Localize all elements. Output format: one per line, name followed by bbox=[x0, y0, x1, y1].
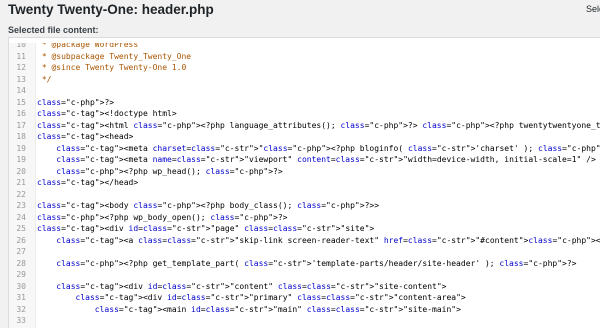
line-number: 13 bbox=[16, 74, 26, 84]
code-line[interactable]: 15 class="c-php">?> bbox=[9, 97, 114, 108]
line-code: class="c-tag"></head> bbox=[37, 178, 139, 187]
line-number: 19 bbox=[16, 155, 26, 164]
line-number: 32 bbox=[16, 304, 26, 314]
code-line[interactable]: 27 bbox=[9, 246, 26, 257]
line-number: 25 bbox=[16, 224, 26, 233]
code-line[interactable]: 19 class="c-tag"><meta charset=class="c-… bbox=[9, 143, 600, 154]
line-code: class="c-php"><?php wp_body_open(); clas… bbox=[37, 212, 288, 222]
code-line[interactable]: 14 bbox=[9, 85, 26, 96]
line-number: 20 bbox=[16, 166, 26, 176]
code-line[interactable]: 12 * @since Twenty Twenty-One 1.0 bbox=[9, 62, 186, 73]
line-code: class="c-php"><?php wp_head(); class="c-… bbox=[56, 166, 283, 176]
line-code: class="c-php"><?php get_template_part( c… bbox=[56, 258, 577, 268]
line-number: 22 bbox=[16, 189, 26, 199]
line-code: class="c-tag"><meta charset=class="c-str… bbox=[56, 143, 600, 153]
line-number: 24 bbox=[16, 212, 26, 222]
line-number: 14 bbox=[16, 86, 26, 95]
code-line[interactable]: 26 class="c-tag"><a class=class="c-str">… bbox=[9, 235, 600, 246]
code-line[interactable]: 24 class="c-php"><?php wp_body_open(); cl… bbox=[9, 212, 287, 223]
line-number: 27 bbox=[16, 247, 26, 256]
line-code: * @subpackage Twenty_Twenty_One bbox=[37, 51, 192, 61]
line-number: 15 bbox=[16, 97, 26, 107]
line-code: */ bbox=[37, 74, 52, 84]
code-line[interactable]: 13 */ bbox=[9, 74, 51, 85]
line-number: 31 bbox=[16, 293, 26, 302]
code-line[interactable]: 11 * @subpackage Twenty_Twenty_One bbox=[9, 51, 191, 62]
code-line[interactable]: 30 class="c-tag"><div id=class="c-str">"… bbox=[9, 281, 446, 292]
line-code: class="c-tag"><div id=class="c-str">"con… bbox=[56, 281, 447, 291]
line-number: 12 bbox=[16, 63, 26, 72]
line-number: 28 bbox=[16, 258, 26, 268]
line-code: class="c-tag"><html class="c-php"><?php … bbox=[37, 120, 600, 130]
line-code: class="c-tag"><!doctype html> bbox=[37, 109, 177, 118]
line-number: 30 bbox=[16, 281, 26, 291]
code-line[interactable]: 22 bbox=[9, 189, 26, 200]
code-line[interactable]: 17 class="c-tag"><html class="c-php"><?ph… bbox=[9, 120, 600, 131]
code-line[interactable]: 25 class="c-tag"><div id=class="c-str">"p… bbox=[9, 223, 374, 234]
line-number: 17 bbox=[16, 120, 26, 130]
file-title: Twenty Twenty-One: header.php bbox=[8, 2, 214, 17]
line-number: 16 bbox=[16, 109, 26, 118]
line-number: 26 bbox=[16, 235, 26, 245]
code-line[interactable]: 33 bbox=[9, 315, 26, 326]
code-line[interactable]: 20 class="c-php"><?php wp_head(); class=… bbox=[9, 166, 282, 177]
line-code: class="c-php">?> bbox=[37, 97, 115, 107]
code-editor[interactable]: 10 * @package WordPress 11 * @subpackage … bbox=[8, 37, 600, 328]
line-number: 23 bbox=[16, 201, 26, 210]
line-code: class="c-tag"><a class=class="c-str">"sk… bbox=[56, 235, 600, 245]
line-number: 19 bbox=[16, 143, 26, 153]
code-line[interactable]: 19 class="c-tag"><meta name=class="c-str… bbox=[9, 154, 595, 165]
line-number: 11 bbox=[16, 51, 26, 61]
editor-top-fade bbox=[9, 38, 600, 43]
line-code: class="c-tag"><meta name=class="c-str">"… bbox=[56, 155, 596, 164]
line-code: * @since Twenty Twenty-One 1.0 bbox=[37, 63, 187, 72]
code-line[interactable]: 28 class="c-php"><?php get_template_part… bbox=[9, 258, 576, 269]
line-number: 21 bbox=[16, 178, 26, 187]
code-line[interactable]: 16 class="c-tag"><!doctype html> bbox=[9, 108, 176, 119]
code-line[interactable]: 32 class="c-tag"><main id=class="c-str">… bbox=[9, 304, 461, 315]
line-code: class="c-tag"><main id=class="c-str">"ma… bbox=[94, 304, 461, 314]
code-line[interactable]: 29 bbox=[9, 269, 26, 280]
line-number: 33 bbox=[16, 316, 26, 325]
code-line[interactable]: 23 class="c-tag"><body class="c-php"><?ph… bbox=[9, 200, 379, 211]
line-code: class="c-tag"><div id=class="c-str">"pri… bbox=[75, 293, 466, 302]
code-line[interactable]: 18 class="c-tag"><head> bbox=[9, 131, 133, 142]
line-code: class="c-tag"><div id=class="c-str">"pag… bbox=[37, 224, 375, 233]
line-number: 29 bbox=[16, 270, 26, 279]
line-code: class="c-tag"><head> bbox=[37, 132, 134, 141]
code-line[interactable]: 21 class="c-tag"></head> bbox=[9, 177, 138, 188]
select-theme-label: Select bbox=[586, 4, 600, 14]
selected-file-content-label: Selected file content: bbox=[8, 25, 99, 35]
line-number: 18 bbox=[16, 132, 26, 141]
code-line[interactable]: 31 class="c-tag"><div id=class="c-str">"… bbox=[9, 292, 465, 303]
line-code: class="c-tag"><body class="c-php"><?php … bbox=[37, 201, 380, 210]
